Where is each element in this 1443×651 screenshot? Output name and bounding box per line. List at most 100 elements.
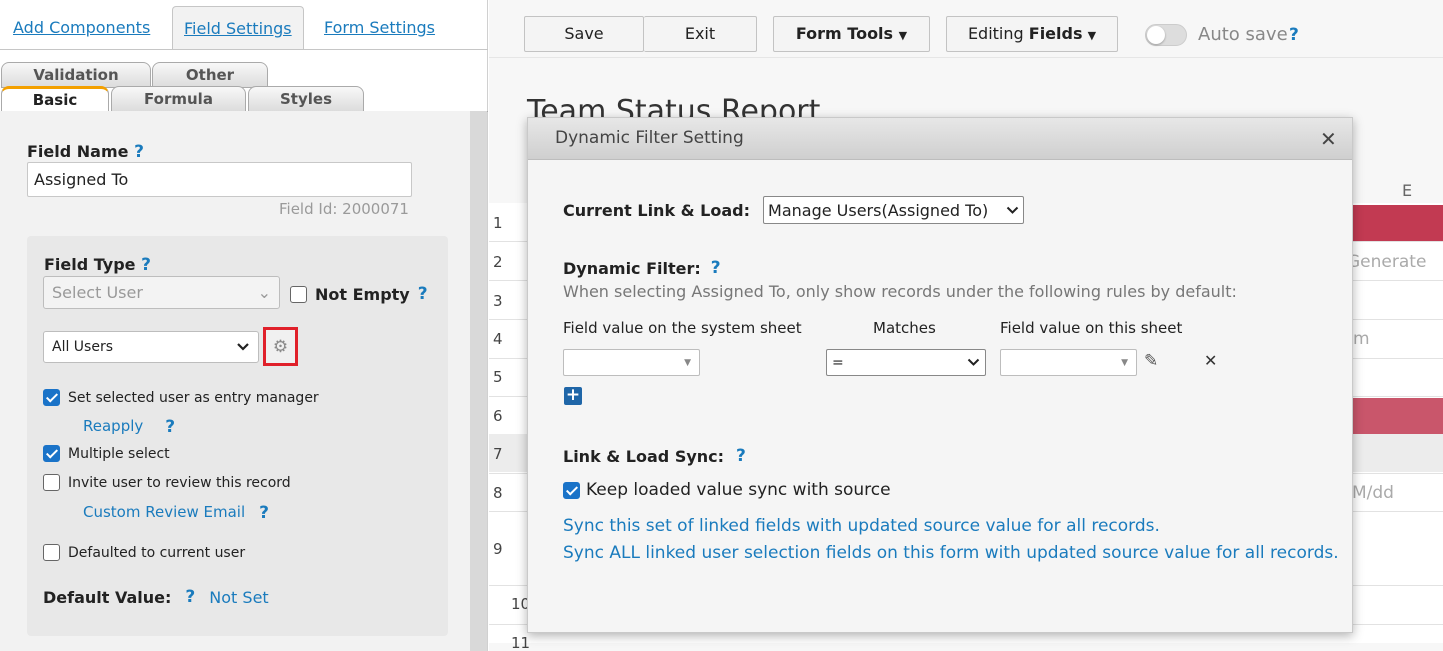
tab-add-components[interactable]: Add Components bbox=[2, 6, 161, 50]
current-link-select[interactable]: Manage Users(Assigned To) bbox=[763, 196, 1025, 224]
sync-set-link[interactable]: Sync this set of linked fields with upda… bbox=[563, 516, 1160, 536]
caret-down-icon: ▼ bbox=[1087, 29, 1097, 42]
field-name-label: Field Name ? bbox=[27, 142, 144, 162]
row-number: 5 bbox=[493, 368, 503, 386]
default-value-help-icon[interactable]: ? bbox=[185, 587, 195, 607]
subtab-formula[interactable]: Formula bbox=[111, 86, 246, 112]
option-row-entry-manager: Set selected user as entry manager bbox=[43, 389, 319, 406]
save-button[interactable]: Save bbox=[524, 16, 644, 52]
field-id: Field Id: 2000071 bbox=[279, 200, 409, 218]
exit-button[interactable]: Exit bbox=[644, 16, 757, 52]
tab-form-settings[interactable]: Form Settings bbox=[313, 6, 446, 50]
not-empty-checkbox[interactable] bbox=[290, 285, 307, 303]
sheet-field-select[interactable]: ▼ bbox=[1000, 349, 1137, 376]
multiple-select-checkbox[interactable] bbox=[43, 445, 60, 462]
editing-fields-button[interactable]: Editing Fields ▼ bbox=[946, 16, 1118, 52]
multiple-select-label: Multiple select bbox=[68, 445, 170, 462]
current-link-row: Current Link & Load: Manage Users(Assign… bbox=[563, 196, 1025, 224]
chevron-down-icon: ⌄ bbox=[257, 283, 271, 302]
users-select[interactable]: All Users bbox=[43, 331, 259, 363]
add-rule-icon[interactable]: + bbox=[564, 387, 582, 405]
subtab-other[interactable]: Other bbox=[152, 62, 268, 88]
match-operator-select[interactable]: = bbox=[826, 349, 986, 376]
custom-review-help-icon[interactable]: ? bbox=[259, 503, 269, 523]
field-type-help-icon[interactable]: ? bbox=[141, 255, 151, 275]
close-icon[interactable]: ✕ bbox=[1320, 127, 1337, 151]
keep-sync-label: Keep loaded value sync with source bbox=[586, 480, 891, 500]
reapply-help-icon[interactable]: ? bbox=[165, 417, 175, 437]
gear-icon: ⚙ bbox=[272, 336, 289, 357]
entry-manager-label: Set selected user as entry manager bbox=[68, 389, 319, 406]
auto-save-toggle[interactable] bbox=[1145, 24, 1187, 46]
red-row-6 bbox=[1350, 398, 1443, 434]
editing-bold: Fields bbox=[1028, 24, 1083, 43]
option-row-invite: Invite user to review this record bbox=[43, 474, 291, 491]
toggle-knob bbox=[1147, 26, 1165, 44]
row-number: 6 bbox=[493, 407, 503, 425]
cell-placeholder: m bbox=[1353, 329, 1370, 349]
default-value-link[interactable]: Not Set bbox=[209, 588, 268, 607]
row-number: 4 bbox=[493, 330, 503, 348]
caret-down-icon: ▼ bbox=[1121, 357, 1128, 368]
subtab-basic[interactable]: Basic bbox=[1, 86, 109, 112]
row-number: 2 bbox=[493, 253, 503, 271]
default-value-label: Default Value: bbox=[43, 587, 172, 607]
invite-review-checkbox[interactable] bbox=[43, 474, 60, 491]
delete-icon[interactable]: ✕ bbox=[1204, 351, 1217, 370]
col-system-header: Field value on the system sheet bbox=[563, 319, 802, 337]
system-field-select[interactable]: ▼ bbox=[563, 349, 700, 376]
chevron-down-icon bbox=[237, 343, 249, 351]
reapply-link[interactable]: Reapply bbox=[83, 417, 143, 437]
row-number: 9 bbox=[493, 540, 503, 558]
tabs-divider bbox=[0, 49, 488, 50]
left-scrollbar[interactable] bbox=[470, 111, 487, 651]
dynamic-filter-label: Dynamic Filter: bbox=[563, 258, 701, 278]
field-type-select-value: Select User bbox=[52, 283, 143, 302]
default-current-user-checkbox[interactable] bbox=[43, 544, 60, 561]
dynamic-filter-description: When selecting Assigned To, only show re… bbox=[563, 282, 1237, 301]
field-name-input[interactable]: Assigned To bbox=[27, 162, 412, 197]
keep-sync-row: Keep loaded value sync with source bbox=[563, 480, 891, 500]
custom-review-row: Custom Review Email ? bbox=[83, 503, 269, 523]
field-name-help-icon[interactable]: ? bbox=[134, 142, 144, 162]
not-empty-help-icon[interactable]: ? bbox=[418, 284, 428, 304]
column-header-e: E bbox=[1402, 181, 1413, 200]
col-matches-header: Matches bbox=[873, 319, 936, 337]
sync-label: Link & Load Sync: bbox=[563, 446, 725, 466]
editing-prefix: Editing bbox=[967, 24, 1024, 43]
reapply-row: Reapply ? bbox=[83, 417, 175, 437]
match-operator-value: = bbox=[832, 354, 844, 371]
custom-review-email-link[interactable]: Custom Review Email bbox=[83, 503, 245, 523]
dynamic-filter-heading: Dynamic Filter: ? bbox=[563, 258, 721, 278]
user-filter-settings-button[interactable]: ⚙ bbox=[263, 327, 298, 366]
invite-review-label: Invite user to review this record bbox=[68, 474, 291, 491]
entry-manager-checkbox[interactable] bbox=[43, 389, 60, 406]
tab-field-settings[interactable]: Field Settings bbox=[172, 6, 304, 50]
dynamic-filter-help-icon[interactable]: ? bbox=[711, 258, 721, 278]
pencil-icon[interactable]: ✎ bbox=[1144, 351, 1158, 371]
cell-generate: Generate bbox=[1347, 252, 1427, 272]
dialog-title: Dynamic Filter Setting bbox=[555, 128, 744, 148]
not-empty-label: Not Empty bbox=[315, 284, 410, 304]
auto-save-help-icon[interactable]: ? bbox=[1289, 25, 1299, 45]
field-type-select[interactable]: Select User ⌄ bbox=[43, 276, 280, 309]
option-row-multiple: Multiple select bbox=[43, 445, 170, 462]
auto-save-label: Auto save bbox=[1198, 24, 1288, 45]
row-number: 8 bbox=[493, 484, 503, 502]
users-select-value: All Users bbox=[52, 339, 114, 355]
caret-down-icon: ▼ bbox=[898, 29, 908, 42]
field-name-text: Field Name bbox=[27, 142, 129, 161]
row-number: 1 bbox=[493, 214, 503, 232]
chevron-down-icon bbox=[1006, 206, 1019, 214]
form-tools-button[interactable]: Form Tools ▼ bbox=[773, 16, 930, 52]
not-empty-row: Not Empty ? bbox=[290, 284, 428, 304]
subtab-validation[interactable]: Validation bbox=[1, 62, 151, 88]
sync-heading: Link & Load Sync: ? bbox=[563, 446, 746, 466]
keep-sync-checkbox[interactable] bbox=[563, 481, 580, 499]
sync-all-link[interactable]: Sync ALL linked user selection fields on… bbox=[563, 543, 1339, 563]
sync-help-icon[interactable]: ? bbox=[736, 446, 746, 466]
subtab-styles[interactable]: Styles bbox=[248, 86, 364, 112]
field-type-panel: Field Type ? Select User ⌄ Not Empty ? A… bbox=[27, 236, 448, 636]
dynamic-filter-dialog: Dynamic Filter Setting ✕ Current Link & … bbox=[527, 117, 1353, 633]
current-link-value: Manage Users(Assigned To) bbox=[768, 200, 989, 220]
